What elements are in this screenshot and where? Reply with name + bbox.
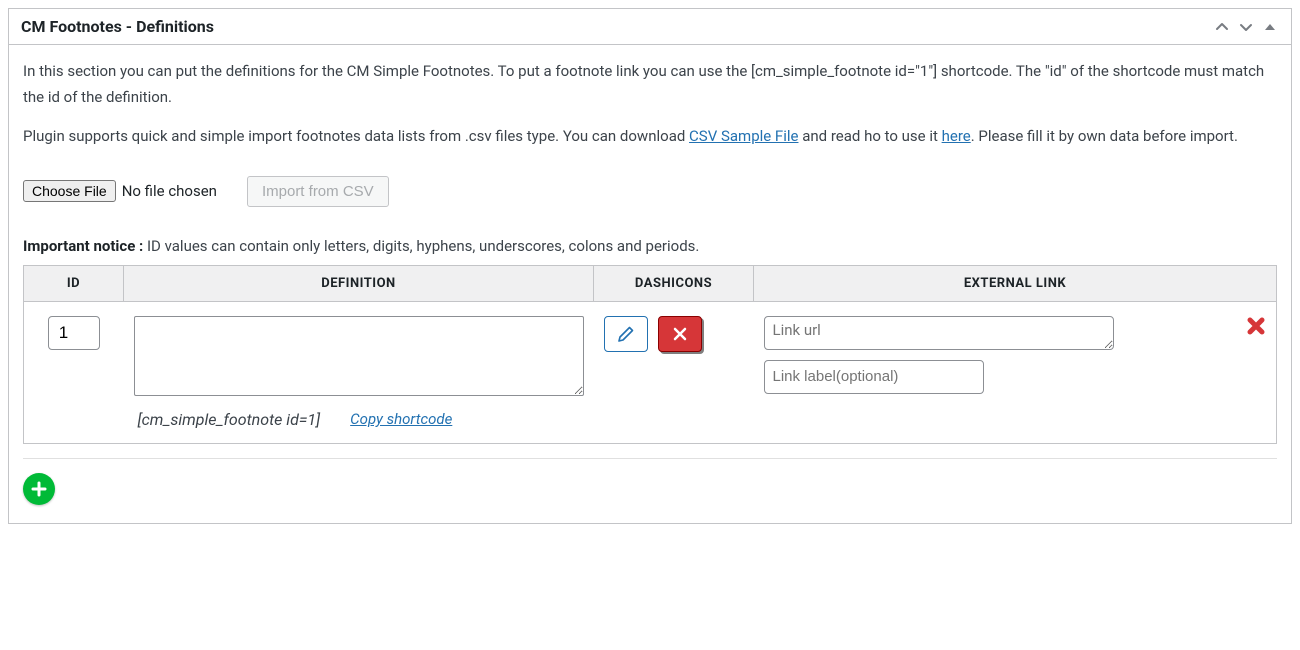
col-dashicons: DASHICONS: [594, 265, 754, 301]
intro-text-2c: . Please fill it by own data before impo…: [971, 127, 1238, 145]
pencil-icon: [616, 324, 636, 344]
add-row-button[interactable]: [23, 473, 55, 505]
shortcode-text: [cm_simple_footnote id=1]: [138, 410, 321, 429]
intro-paragraph-1: In this section you can put the definiti…: [23, 59, 1277, 110]
table-row: [cm_simple_footnote id=1] Copy shortcode: [24, 301, 1277, 443]
add-row-section: [23, 458, 1277, 505]
definition-textarea[interactable]: [134, 316, 584, 396]
csv-help-link[interactable]: here: [942, 127, 971, 145]
close-icon: [672, 326, 688, 342]
collapse-icon[interactable]: [1261, 18, 1279, 36]
delete-row-button[interactable]: [1246, 316, 1266, 336]
metabox-header: CM Footnotes - Definitions: [9, 9, 1291, 45]
delete-x-icon: [1246, 316, 1266, 336]
metabox-controls: [1213, 18, 1279, 36]
upload-row: Choose File No file chosen Import from C…: [23, 176, 1277, 207]
choose-file-button[interactable]: Choose File: [23, 180, 116, 202]
metabox-title: CM Footnotes - Definitions: [21, 17, 214, 36]
id-input[interactable]: [48, 316, 100, 350]
import-csv-button[interactable]: Import from CSV: [247, 176, 389, 207]
intro-paragraph-2: Plugin supports quick and simple import …: [23, 124, 1277, 150]
link-label-input[interactable]: [764, 360, 984, 394]
file-chooser[interactable]: Choose File No file chosen: [23, 180, 217, 202]
remove-dashicon-button[interactable]: [658, 316, 702, 352]
csv-sample-link[interactable]: CSV Sample File: [689, 127, 798, 145]
metabox-body: In this section you can put the definiti…: [9, 45, 1291, 523]
col-id: ID: [24, 265, 124, 301]
definitions-table: ID DEFINITION DASHICONS EXTERNAL LINK [c…: [23, 265, 1277, 444]
move-down-icon[interactable]: [1237, 18, 1255, 36]
col-external-link: EXTERNAL LINK: [754, 265, 1277, 301]
intro-text-2b: and read ho to use it: [798, 127, 941, 145]
link-url-input[interactable]: [764, 316, 1114, 350]
file-status: No file chosen: [122, 182, 217, 200]
edit-dashicon-button[interactable]: [604, 316, 648, 352]
shortcode-row: [cm_simple_footnote id=1] Copy shortcode: [134, 410, 584, 429]
notice-label: Important notice :: [23, 237, 143, 255]
copy-shortcode-link[interactable]: Copy shortcode: [350, 410, 452, 428]
intro-text-2a: Plugin supports quick and simple import …: [23, 127, 689, 145]
important-notice: Important notice : ID values can contain…: [23, 237, 1277, 255]
metabox-cm-footnotes: CM Footnotes - Definitions In this secti…: [8, 8, 1292, 524]
col-definition: DEFINITION: [124, 265, 594, 301]
plus-icon: [30, 480, 48, 498]
move-up-icon[interactable]: [1213, 18, 1231, 36]
notice-text: ID values can contain only letters, digi…: [143, 237, 699, 255]
dashicon-controls: [604, 316, 744, 352]
